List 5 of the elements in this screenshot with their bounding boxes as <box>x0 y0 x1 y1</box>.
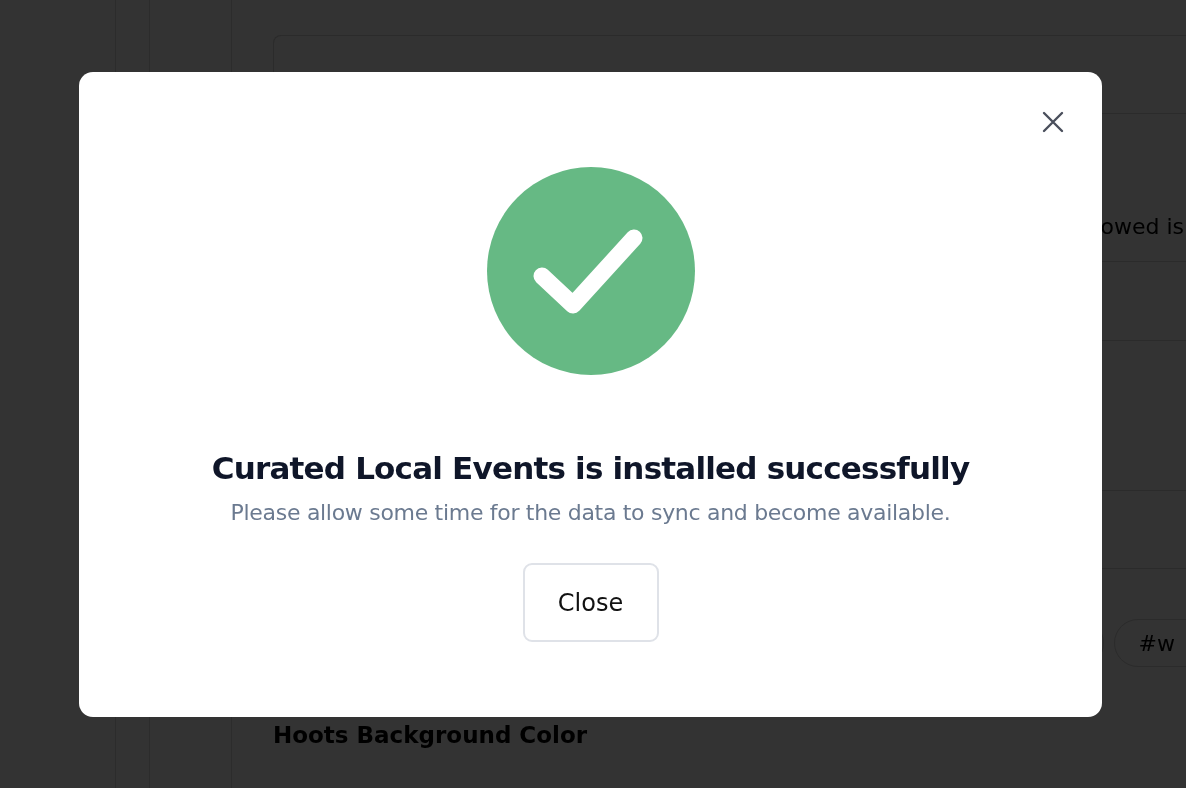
success-check-icon <box>485 166 696 376</box>
close-icon[interactable] <box>1042 111 1064 133</box>
close-button[interactable]: Close <box>522 563 659 642</box>
dialog-title: Curated Local Events is installed successfully <box>211 450 970 486</box>
dialog-message: Please allow some time for the data to sync and become available. <box>230 500 951 525</box>
